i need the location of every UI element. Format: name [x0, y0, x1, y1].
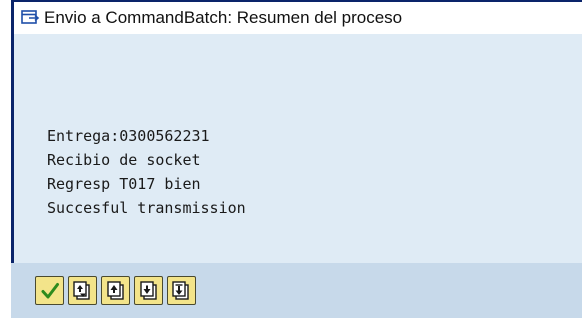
dialog-window: Envio a CommandBatch: Resumen del proces… [11, 0, 582, 318]
message-line-transmission: Succesful transmission [47, 199, 246, 217]
message-line-socket: Recibio de socket [47, 151, 201, 169]
message-line-entrega: Entrega:0300562231 [47, 127, 210, 145]
page-last-icon [171, 280, 189, 300]
previous-page-button[interactable] [101, 276, 130, 305]
message-line-regresp: Regresp T017 bien [47, 175, 201, 193]
checkmark-icon [41, 282, 59, 298]
continue-button[interactable] [35, 276, 64, 305]
message-area: Entrega:0300562231 Recibio de socket Reg… [11, 34, 582, 263]
page: Envio a CommandBatch: Resumen del proces… [0, 0, 582, 318]
window-title: Envio a CommandBatch: Resumen del proces… [44, 8, 403, 27]
title-bar[interactable]: Envio a CommandBatch: Resumen del proces… [11, 0, 582, 34]
next-page-button[interactable] [134, 276, 163, 305]
window-dialog-icon [21, 10, 40, 24]
first-page-button[interactable] [68, 276, 97, 305]
page-all-icon [72, 280, 90, 300]
dialog-toolbar [11, 263, 582, 318]
page-up-icon [106, 280, 124, 300]
last-page-button[interactable] [167, 276, 196, 305]
message-list: Entrega:0300562231 Recibio de socket Reg… [47, 124, 246, 220]
page-down-icon [139, 280, 157, 300]
